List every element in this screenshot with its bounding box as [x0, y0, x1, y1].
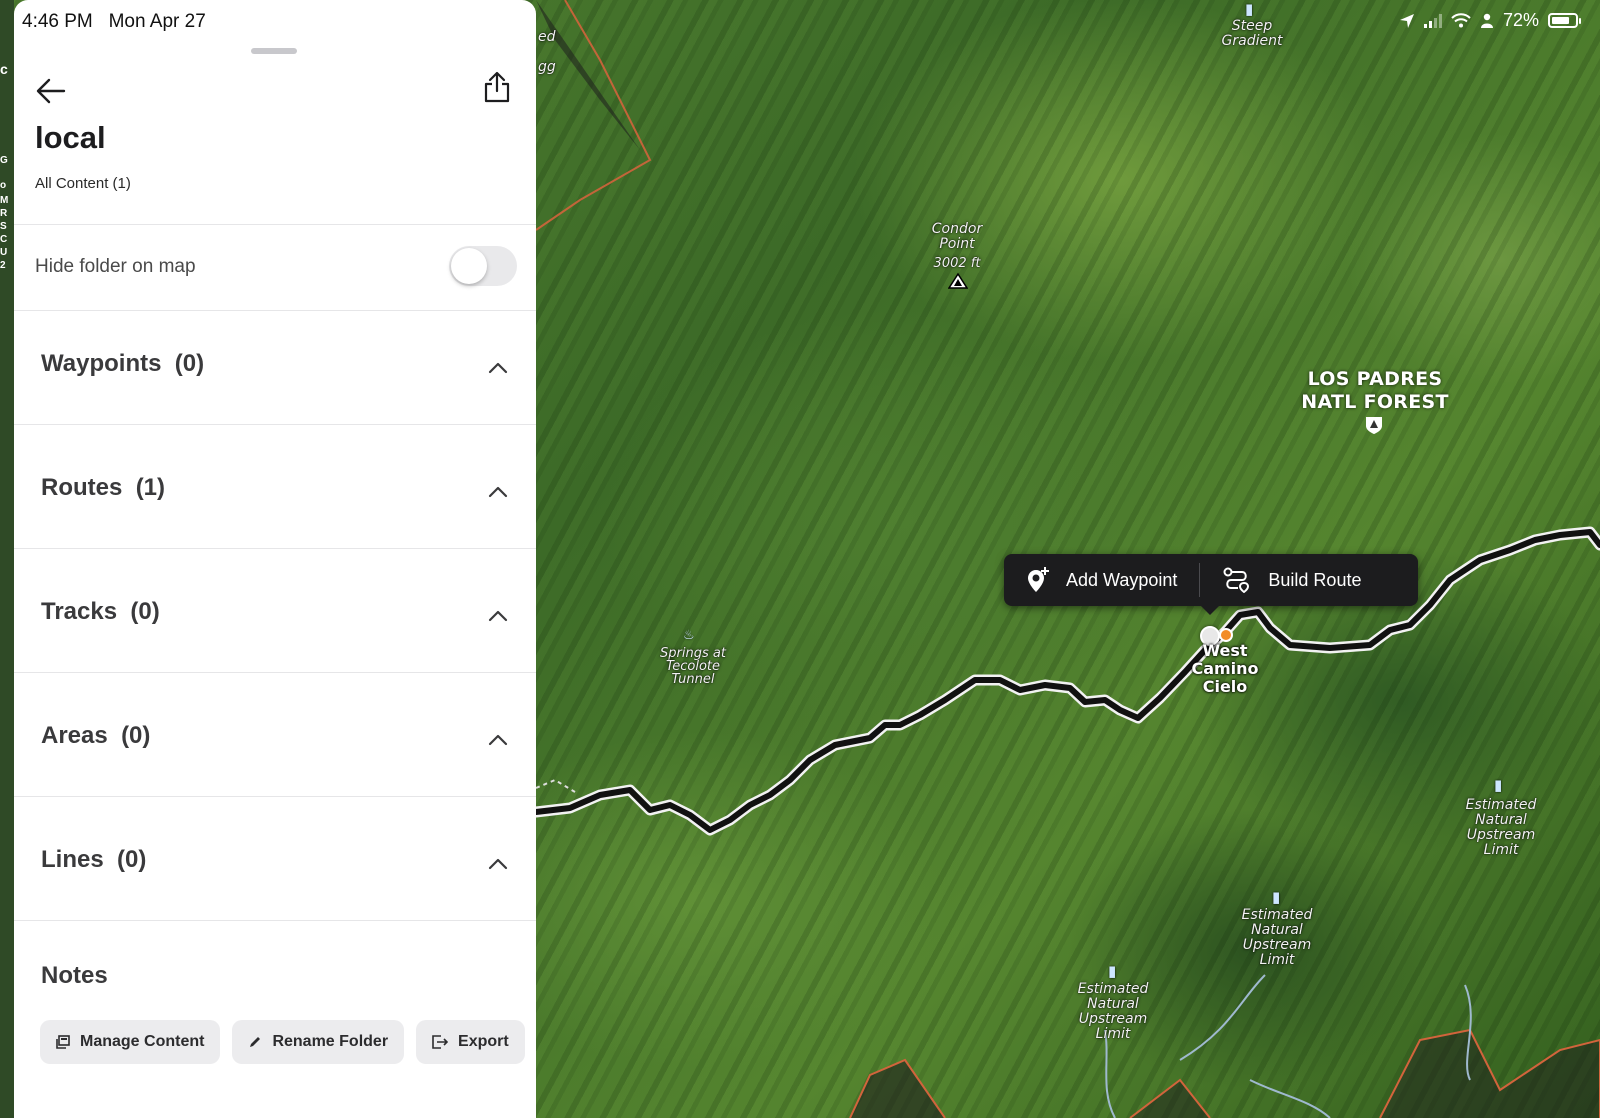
divider: [14, 424, 536, 425]
action-buttons: Manage Content Rename Folder Export: [40, 1020, 525, 1064]
share-button[interactable]: [480, 70, 514, 104]
hide-folder-row: Hide folder on map: [14, 224, 536, 310]
add-waypoint-label: Add Waypoint: [1066, 569, 1178, 590]
battery-percent: 72%: [1502, 10, 1539, 30]
toggle-knob: [451, 248, 487, 284]
manage-content-icon: [56, 1035, 70, 1049]
edge-label-ed: ed: [538, 29, 556, 45]
fish-barrier-icon: ▮: [1494, 777, 1503, 794]
section-title: Waypoints (0): [41, 350, 205, 377]
hide-folder-toggle[interactable]: [449, 246, 517, 286]
rename-folder-button[interactable]: Rename Folder: [232, 1020, 405, 1064]
chevron-up-icon: [488, 734, 508, 746]
chevron-up-icon: [488, 486, 508, 498]
chevron-up-icon: [488, 610, 508, 622]
gradient-icon: ▮: [1245, 1, 1254, 18]
chevron-up-icon: [488, 362, 508, 374]
steep-gradient-label: Steep Gradient: [1221, 18, 1283, 49]
upstream-limit-label-2: Estimated Natural Upstream Limit: [1241, 907, 1313, 968]
left-map-edge: c G o M R S C U 2: [0, 0, 14, 1118]
folder-title: local: [35, 120, 106, 155]
back-button[interactable]: [34, 74, 68, 108]
forest-label: LOS PADRES NATL FOREST: [1301, 368, 1449, 413]
divider: [14, 920, 536, 921]
forest-shield-icon: [1366, 417, 1382, 434]
section-title: Tracks (0): [41, 598, 160, 625]
add-waypoint-button[interactable]: Add Waypoint: [1004, 554, 1199, 606]
pencil-icon: [248, 1035, 262, 1049]
build-route-label: Build Route: [1268, 569, 1362, 590]
section-title: Routes (1): [41, 474, 166, 501]
add-waypoint-icon: [1028, 567, 1049, 592]
chevron-up-icon: [488, 858, 508, 870]
battery-icon: [1548, 13, 1581, 28]
person-icon: [1480, 13, 1493, 28]
folder-panel: local All Content (1) Hide folder on map…: [14, 0, 536, 1118]
section-areas[interactable]: Areas (0): [14, 682, 536, 806]
manage-content-button[interactable]: Manage Content: [40, 1020, 221, 1064]
divider: [14, 796, 536, 797]
section-title: Areas (0): [41, 722, 151, 749]
section-waypoints[interactable]: Waypoints (0): [14, 310, 536, 434]
edge-label-gg: gg: [538, 59, 556, 75]
arrow-left-icon: [36, 78, 66, 104]
divider: [14, 672, 536, 673]
build-route-button[interactable]: Build Route: [1200, 554, 1383, 606]
status-indicators: 72%: [1399, 10, 1581, 31]
sheet-grabber[interactable]: [251, 48, 297, 54]
share-icon: [484, 71, 510, 103]
fish-barrier-icon: ▮: [1272, 889, 1281, 906]
upstream-limit-label-1: Estimated Natural Upstream Limit: [1465, 797, 1537, 858]
build-route-icon: [1223, 567, 1250, 593]
cellular-signal-icon: [1423, 13, 1442, 28]
location-icon: [1399, 13, 1414, 28]
upstream-limit-label-3: Estimated Natural Upstream Limit: [1077, 981, 1149, 1042]
hide-folder-label: Hide folder on map: [35, 256, 196, 277]
spring-icon: ♨: [683, 627, 695, 642]
section-lines[interactable]: Lines (0): [14, 806, 536, 930]
export-button[interactable]: Export: [416, 1020, 525, 1064]
export-icon: [432, 1035, 449, 1049]
section-tracks[interactable]: Tracks (0): [14, 558, 536, 682]
west-camino-cielo-label: West Camino Cielo: [1191, 641, 1259, 696]
status-time: 4:46 PM Mon Apr 27: [22, 11, 206, 32]
summit-icon[interactable]: [948, 272, 968, 290]
section-title: Lines (0): [41, 846, 147, 873]
section-routes[interactable]: Routes (1): [14, 434, 536, 558]
fish-barrier-icon: ▮: [1108, 963, 1117, 980]
springs-label: Springs at Tecolote Tunnel: [660, 646, 726, 687]
condor-elevation-label: 3002 ft: [933, 256, 981, 271]
wifi-icon: [1451, 13, 1471, 28]
condor-point-label: Condor Point: [931, 221, 983, 252]
content-count: All Content (1): [35, 175, 131, 192]
divider: [14, 548, 536, 549]
notes-heading: Notes: [41, 962, 108, 989]
map-context-popup: Add Waypoint Build Route: [1004, 554, 1418, 615]
route-point-marker[interactable]: [1219, 628, 1233, 642]
